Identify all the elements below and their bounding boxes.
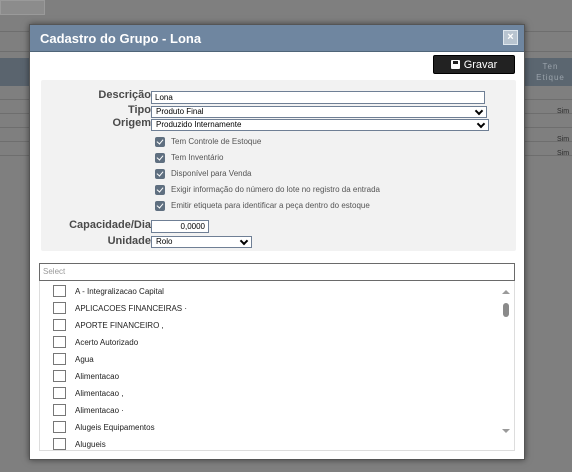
origem-select[interactable]: Produzido Internamente (151, 119, 489, 131)
descricao-field[interactable]: Lona (151, 91, 485, 104)
unidade-select-value: Rolo (156, 237, 173, 246)
checkbox-unchecked-icon[interactable] (53, 302, 66, 314)
checkbox-unchecked-icon[interactable] (53, 319, 66, 331)
checkbox-label: Tem Inventário (171, 153, 224, 162)
capacidade-label: Capacidade/Dia (69, 219, 151, 231)
chevron-down-icon (239, 236, 249, 246)
capacidade-field[interactable]: 0,0000 (151, 220, 209, 233)
list-item-label: Alugueis (75, 439, 106, 449)
checkbox-checked-icon[interactable] (155, 184, 165, 195)
dialog-title-bar: Cadastro do Grupo - Lona × (30, 25, 524, 52)
background-cell: Sim (557, 108, 570, 115)
floppy-disk-icon (450, 60, 460, 69)
list-item-label: Alimentacao , (75, 388, 124, 398)
chevron-down-icon (474, 106, 484, 116)
dialog-title: Cadastro do Grupo - Lona (40, 30, 202, 46)
list-item[interactable]: Alimentacao (53, 370, 119, 382)
background-cell: Sim (557, 150, 570, 157)
tipo-select-value: Produto Final (156, 107, 204, 116)
checkbox-unchecked-icon[interactable] (53, 438, 66, 450)
unidade-label: Unidade (107, 235, 151, 247)
unidade-select[interactable]: Rolo (151, 236, 252, 248)
origem-select-value: Produzido Internamente (156, 120, 242, 129)
checkbox-unchecked-icon[interactable] (53, 285, 66, 297)
list-search-input[interactable]: Select (39, 263, 515, 281)
close-button[interactable]: × (503, 30, 518, 45)
origem-label: Origem (112, 117, 151, 129)
list-item[interactable]: A - Integralizacao Capital (53, 285, 164, 297)
checkbox-unchecked-icon[interactable] (53, 421, 66, 433)
list-item-label: APORTE FINANCEIRO , (75, 320, 164, 330)
scrollbar-thumb[interactable] (503, 303, 509, 317)
checkbox-label: Emitir etiqueta para identificar a peça … (171, 201, 370, 210)
checkbox-checked-icon[interactable] (155, 200, 165, 211)
list-item[interactable]: APORTE FINANCEIRO , (53, 319, 164, 331)
list-item-label: APLICACOES FINANCEIRAS · (75, 303, 188, 313)
checkbox-unchecked-icon[interactable] (53, 404, 66, 416)
checkbox-label: Disponível para Venda (171, 169, 252, 178)
chevron-down-icon (476, 119, 486, 129)
checkbox-label: Exigir informação do número do lote no r… (171, 185, 381, 194)
checkbox-estoque[interactable]: Tem Controle de Estoque (155, 136, 261, 147)
checkbox-etiqueta[interactable]: Emitir etiqueta para identificar a peça … (155, 200, 370, 211)
list-item-label: A - Integralizacao Capital (75, 286, 164, 296)
checkbox-venda[interactable]: Disponível para Venda (155, 168, 252, 179)
background-cell: Sim (557, 136, 570, 143)
list-item[interactable]: APLICACOES FINANCEIRAS · (53, 302, 187, 314)
form-panel: Descrição Lona Tipo Produto Final Origem… (41, 80, 516, 251)
checkbox-unchecked-icon[interactable] (53, 336, 66, 348)
scroll-down-arrow-icon[interactable] (502, 429, 510, 433)
descricao-label: Descrição (98, 89, 151, 101)
list-item[interactable]: Alugeis Equipamentos (53, 421, 155, 433)
list-item-label: Alimentacao · (75, 405, 124, 415)
list-item[interactable]: Acerto Autorizado (53, 336, 138, 348)
tipo-label: Tipo (127, 104, 151, 116)
background-column-header: Ten Etique (529, 58, 572, 86)
checkbox-inventario[interactable]: Tem Inventário (155, 152, 223, 163)
list-item[interactable]: Alimentacao · (53, 404, 124, 416)
group-register-dialog: Cadastro do Grupo - Lona × Gravar Descri… (29, 24, 525, 460)
checkbox-checked-icon[interactable] (155, 136, 165, 147)
checkbox-unchecked-icon[interactable] (53, 387, 66, 399)
list-item[interactable]: Agua (53, 353, 94, 365)
list-item-label: Alugeis Equipamentos (75, 422, 155, 432)
list-item[interactable]: Alimentacao , (53, 387, 123, 399)
checkbox-unchecked-icon[interactable] (53, 370, 66, 382)
list-item-label: Agua (75, 354, 94, 364)
group-list[interactable]: A - Integralizacao Capital APLICACOES FI… (39, 281, 515, 451)
checkbox-checked-icon[interactable] (155, 152, 165, 163)
tipo-select[interactable]: Produto Final (151, 106, 487, 118)
save-button-label: Gravar (463, 58, 498, 71)
scroll-up-arrow-icon[interactable] (502, 290, 510, 294)
list-item[interactable]: Alugueis (53, 438, 106, 450)
list-item-label: Acerto Autorizado (75, 337, 139, 347)
background-toolbar-box (0, 0, 45, 15)
list-item-label: Alimentacao (75, 371, 120, 381)
checkbox-label: Tem Controle de Estoque (171, 137, 262, 146)
checkbox-lote[interactable]: Exigir informação do número do lote no r… (155, 184, 380, 195)
checkbox-checked-icon[interactable] (155, 168, 165, 179)
checkbox-unchecked-icon[interactable] (53, 353, 66, 365)
save-button[interactable]: Gravar (433, 55, 515, 74)
